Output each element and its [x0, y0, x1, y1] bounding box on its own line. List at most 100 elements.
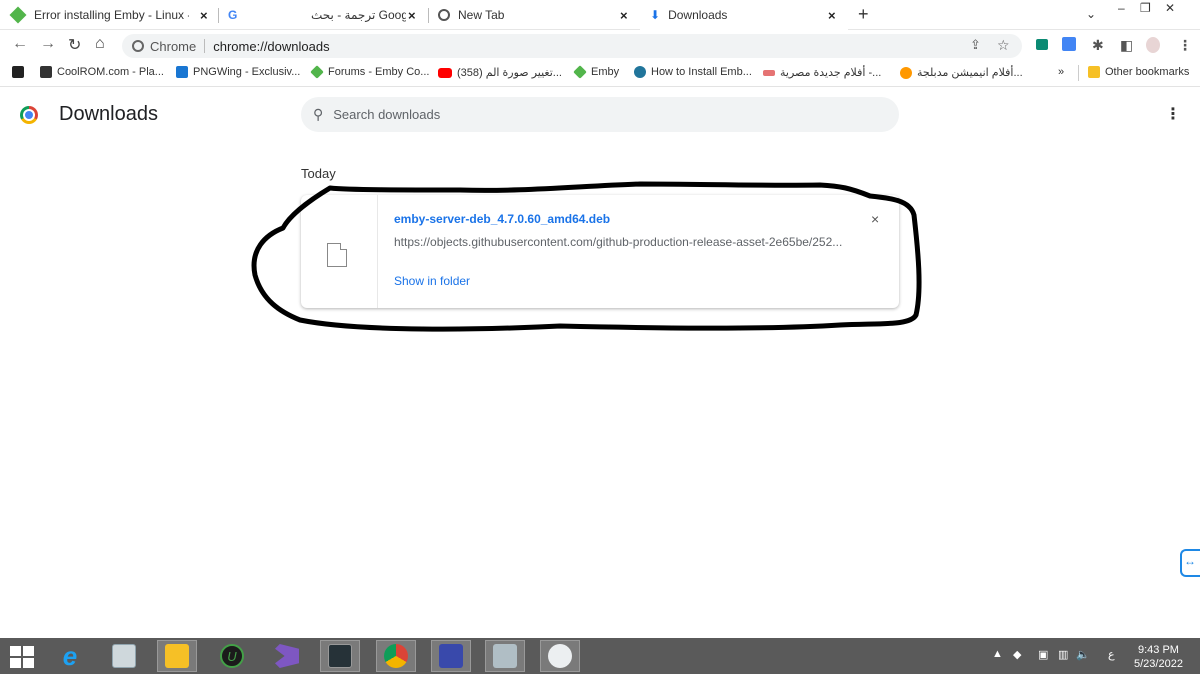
network-icon — [439, 644, 463, 668]
tab-strip: Error installing Emby - Linux - Em × G ت… — [0, 0, 1200, 30]
search-icon: ⚲ — [313, 106, 324, 122]
tray-battery-icon[interactable]: ▥ — [1058, 648, 1068, 661]
site-icon — [763, 69, 775, 76]
home-icon[interactable]: ⌂ — [95, 35, 105, 53]
bookmark-label: أفلام انيميشن مدبلجة... — [917, 67, 1023, 79]
remove-download-icon[interactable]: × — [871, 211, 879, 227]
minimize-icon[interactable]: – — [1118, 1, 1125, 15]
tab-search-chevron-icon[interactable]: ⌄ — [1086, 7, 1096, 21]
omnibox-separator — [204, 39, 206, 53]
bookmark-pngwing[interactable]: PNGWing - Exclusiv... — [176, 66, 300, 78]
remote-app-icon — [328, 644, 352, 668]
file-source-url: https://objects.githubusercontent.com/gi… — [394, 235, 843, 249]
browser-menu-icon[interactable]: ⋮ — [1178, 37, 1192, 54]
bookmark-anime-movies[interactable]: أفلام انيميشن مدبلجة... — [900, 66, 1023, 79]
close-icon[interactable]: × — [620, 8, 628, 23]
cd-icon — [12, 66, 24, 78]
taskbar-calculator[interactable] — [104, 640, 144, 672]
coolrom-icon — [40, 66, 52, 78]
input-language[interactable]: ع — [1108, 648, 1115, 661]
page-title: Downloads — [59, 103, 158, 125]
other-bookmarks-folder[interactable]: Other bookmarks — [1088, 66, 1189, 78]
bookmarks-overflow-button[interactable]: » — [1058, 66, 1064, 78]
taskbar-notes-app[interactable] — [485, 640, 525, 672]
show-in-folder-link[interactable]: Show in folder — [394, 274, 470, 288]
folder-icon — [1088, 66, 1100, 78]
site-chip-label: Chrome — [150, 38, 197, 54]
downloads-menu-icon[interactable]: ⋮ — [1165, 104, 1181, 124]
search-input[interactable] — [333, 107, 854, 122]
card-divider — [377, 195, 378, 308]
clock-time: 9:43 PM — [1137, 644, 1179, 656]
tray-app-icon[interactable]: ◆ — [1013, 648, 1021, 661]
youtube-icon — [438, 67, 452, 78]
paint-icon — [548, 644, 572, 668]
file-icon — [327, 243, 347, 267]
bookmark-cd[interactable] — [12, 66, 24, 78]
bookmark-coolrom[interactable]: CoolROM.com - Pla... — [40, 66, 164, 78]
bookmarks-separator — [1078, 65, 1079, 81]
bookmark-emby-forums[interactable]: Forums - Emby Co... — [310, 65, 429, 79]
tab-downloads[interactable]: ⬇ Downloads × — [640, 0, 848, 30]
extension-icon[interactable] — [1036, 39, 1048, 50]
taskbar-chrome[interactable] — [376, 640, 416, 672]
new-tab-button[interactable]: + — [858, 4, 869, 25]
share-icon[interactable]: ⇪ — [970, 37, 981, 53]
taskbar-paint[interactable] — [540, 640, 580, 672]
tab-separator — [218, 8, 219, 23]
profile-avatar[interactable] — [1146, 37, 1160, 53]
tab-google-translate[interactable]: G ترجمة - بحث Google × — [228, 0, 423, 30]
chrome-icon — [132, 40, 144, 52]
tab-title: Error installing Emby - Linux - Em — [34, 8, 189, 22]
bookmark-youtube[interactable]: (358) تغيير صورة الم... — [438, 66, 562, 79]
side-panel-icon[interactable]: ◧ — [1120, 37, 1133, 54]
toolbar: ← → ↻ ⌂ Chrome chrome://downloads ⇪ ☆ ✱ … — [0, 31, 1200, 61]
tab-new-tab[interactable]: New Tab × — [438, 0, 636, 30]
visual-studio-icon — [275, 644, 299, 668]
download-item: emby-server-deb_4.7.0.60_amd64.deb https… — [301, 195, 899, 308]
forward-icon[interactable]: → — [40, 35, 56, 53]
url-text[interactable]: chrome://downloads — [213, 39, 329, 54]
site-chip[interactable]: Chrome — [132, 39, 196, 54]
browser-window: Error installing Emby - Linux - Em × G ت… — [0, 0, 1200, 674]
bookmark-install-emby[interactable]: How to Install Emb... — [634, 66, 752, 78]
taskbar-file-explorer[interactable] — [157, 640, 197, 672]
taskbar-internet-explorer[interactable]: e — [50, 640, 90, 672]
bookmark-egyptian-movies[interactable]: أفلام جديدة مصرية -... — [763, 66, 881, 79]
close-icon[interactable]: × — [408, 8, 416, 23]
wordpress-icon — [634, 66, 646, 78]
close-icon[interactable]: × — [828, 8, 836, 23]
tab-emby-error[interactable]: Error installing Emby - Linux - Em × — [9, 0, 217, 30]
chrome-logo-icon — [20, 106, 38, 124]
tab-title: ترجمة - بحث Google — [311, 8, 406, 22]
clock-date: 5/23/2022 — [1134, 658, 1183, 670]
translate-icon[interactable] — [1062, 37, 1076, 51]
file-name-link[interactable]: emby-server-deb_4.7.0.60_amd64.deb — [394, 212, 610, 226]
calculator-icon — [112, 644, 136, 668]
bookmarks-bar: CoolROM.com - Pla... PNGWing - Exclusiv.… — [0, 61, 1200, 87]
pngwing-icon — [176, 66, 188, 78]
taskbar-remote-app[interactable] — [320, 640, 360, 672]
downloads-header: Downloads ⚲ ⋮ — [0, 88, 1200, 140]
bookmark-emby[interactable]: Emby — [573, 65, 620, 79]
windows-start-icon[interactable] — [10, 646, 34, 668]
tray-volume-icon[interactable]: 🔈 — [1076, 648, 1090, 661]
omnibox[interactable]: Chrome chrome://downloads ⇪ ☆ — [122, 34, 1022, 58]
window-close-icon[interactable]: ✕ — [1165, 1, 1175, 15]
extensions-puzzle-icon[interactable]: ✱ — [1092, 37, 1104, 54]
search-box[interactable]: ⚲ — [301, 97, 899, 132]
google-icon: G — [228, 8, 238, 22]
close-icon[interactable]: × — [200, 8, 208, 23]
taskbar-network-app[interactable] — [431, 640, 471, 672]
taskbar-app-u[interactable]: U — [212, 640, 252, 672]
taskbar-visual-studio[interactable] — [267, 640, 307, 672]
teamviewer-tab-icon[interactable] — [1180, 549, 1200, 577]
taskbar-clock[interactable]: 9:43 PM 5/23/2022 — [1134, 643, 1183, 671]
bookmark-label: Emby — [591, 66, 620, 78]
reload-icon[interactable]: ↻ — [68, 35, 81, 55]
tray-overflow-icon[interactable]: ▲ — [992, 648, 1003, 660]
back-icon[interactable]: ← — [12, 35, 28, 53]
restore-icon[interactable]: ❐ — [1140, 1, 1151, 15]
tray-network-icon[interactable]: ▣ — [1038, 648, 1048, 661]
bookmark-star-icon[interactable]: ☆ — [997, 37, 1010, 54]
